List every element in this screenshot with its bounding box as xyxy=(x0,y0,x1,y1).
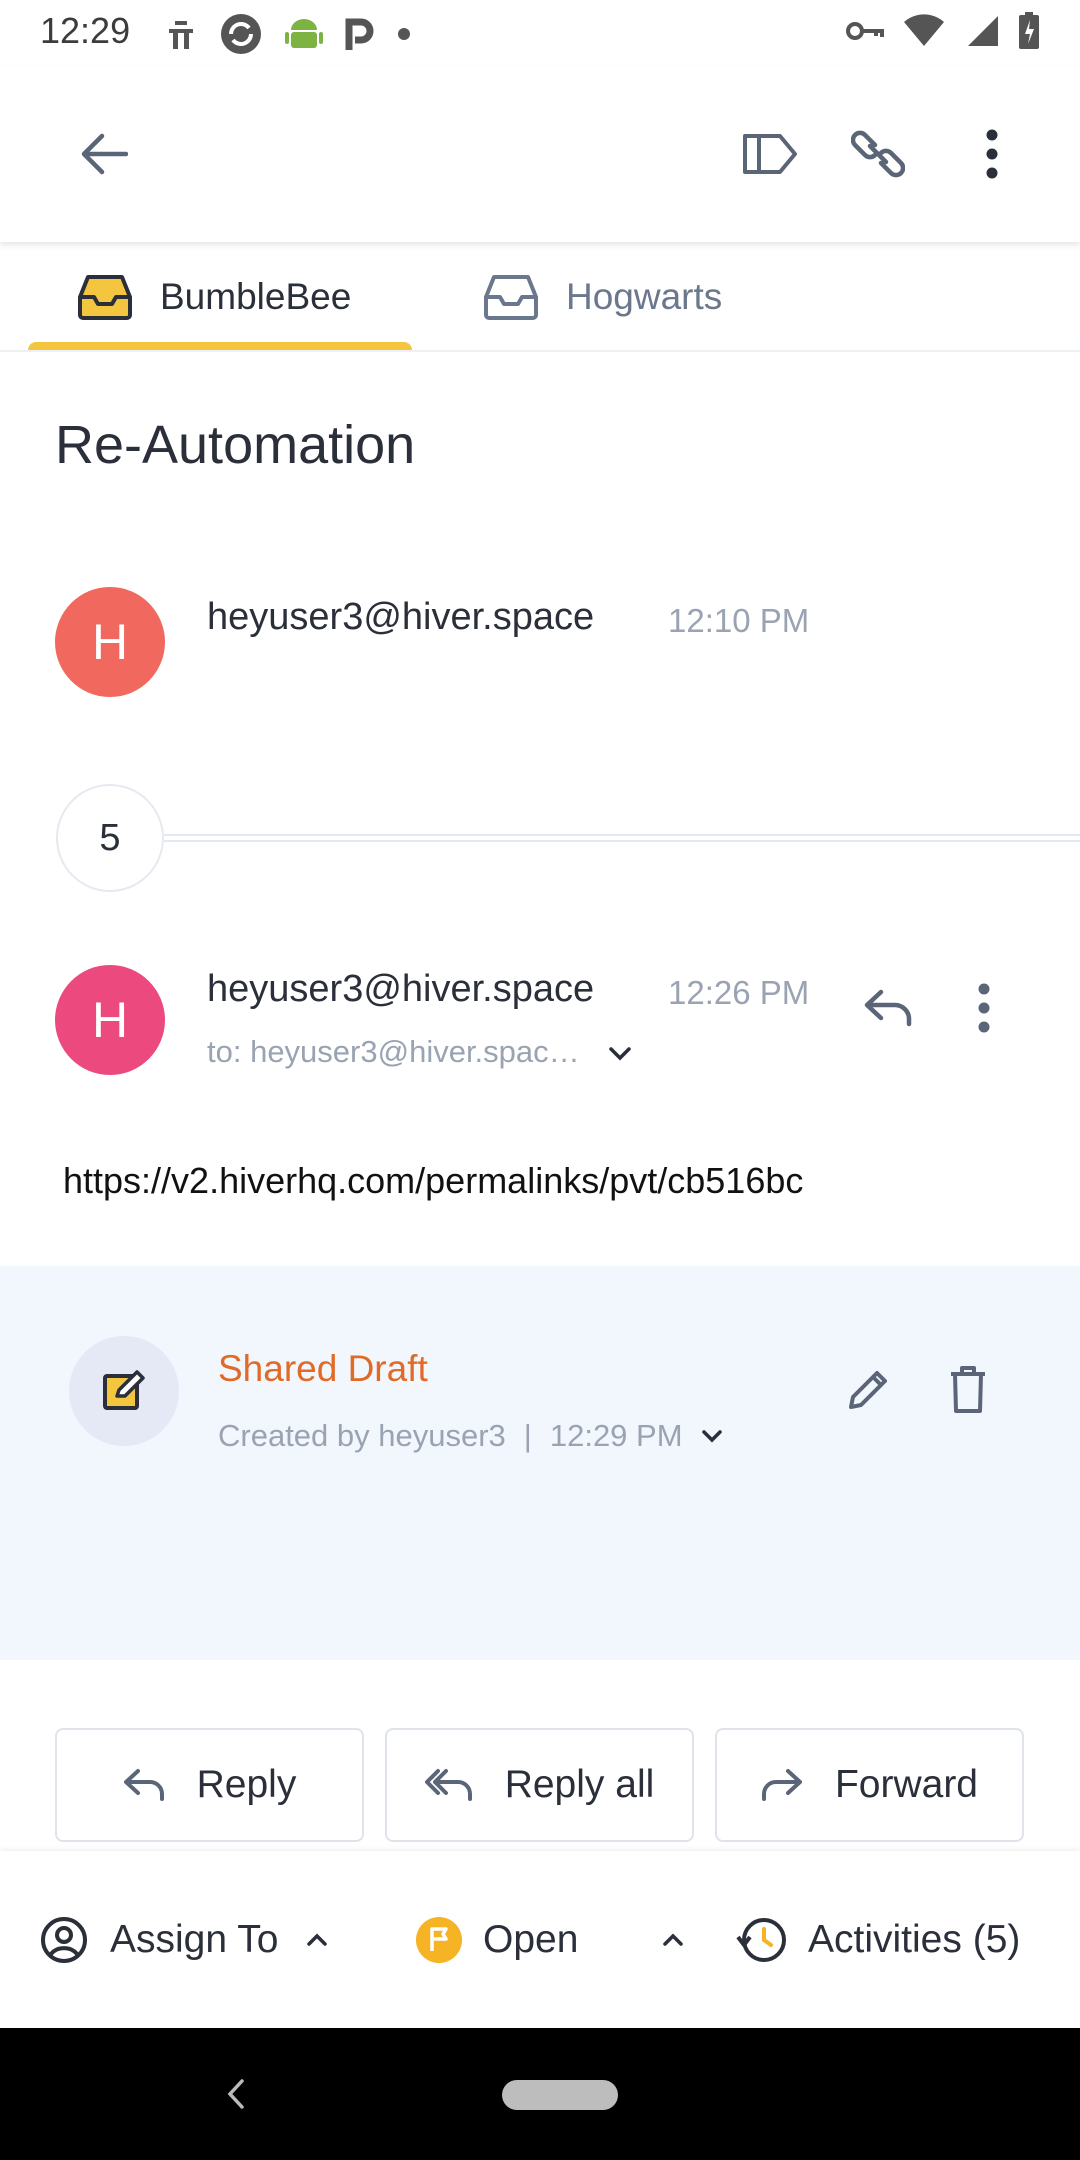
key-icon xyxy=(846,22,884,40)
dot-icon xyxy=(398,28,410,40)
shared-draft-panel xyxy=(0,1266,1080,1660)
app-bar xyxy=(0,66,1080,242)
reply-button[interactable] xyxy=(848,968,928,1048)
avatar: H xyxy=(55,965,165,1075)
thread-divider xyxy=(164,834,1080,842)
label-icon xyxy=(743,134,797,174)
draft-creator: Created by heyuser3 xyxy=(218,1418,506,1453)
message-more-button[interactable] xyxy=(944,968,1024,1048)
activities-button[interactable]: Activities (5) xyxy=(736,1851,1020,2028)
reply-icon xyxy=(864,989,912,1027)
bottom-bar: Assign To Open Activities (5) xyxy=(0,1851,1080,2028)
reply-icon xyxy=(123,1769,164,1801)
collapsed-messages-button[interactable]: 5 xyxy=(56,784,164,892)
avatar: H xyxy=(55,587,165,697)
collapsed-count: 5 xyxy=(99,816,121,859)
edit-note-icon xyxy=(103,1370,145,1410)
active-tab-indicator xyxy=(28,342,412,350)
draft-avatar xyxy=(69,1336,179,1446)
tab-hogwarts[interactable]: Hogwarts xyxy=(482,244,722,350)
pencil-icon xyxy=(849,1371,887,1409)
link-icon xyxy=(851,130,905,178)
inbox-icon xyxy=(484,275,538,320)
label-button[interactable] xyxy=(730,114,810,194)
tab-label: Hogwarts xyxy=(566,276,723,317)
sender-name[interactable]: heyuser3@hiver.space xyxy=(207,968,594,1011)
edit-draft-button[interactable] xyxy=(828,1350,908,1430)
assign-to-label: Assign To xyxy=(110,1917,279,1961)
back-button[interactable] xyxy=(63,114,143,194)
flag-status-icon xyxy=(416,1916,462,1963)
chevron-down-icon xyxy=(609,1047,632,1061)
more-vert-icon xyxy=(978,983,990,1033)
draft-time: 12:29 PM xyxy=(549,1418,683,1453)
history-icon xyxy=(736,1917,786,1962)
back-arrow-icon xyxy=(81,133,128,175)
inbox-icon xyxy=(78,275,132,320)
android-icon xyxy=(285,19,323,48)
chevron-left-icon xyxy=(227,2079,244,2109)
wifi-icon xyxy=(904,14,944,46)
more-options-button[interactable] xyxy=(952,114,1032,194)
delete-draft-button[interactable] xyxy=(928,1350,1008,1430)
reply-all-label: Reply all xyxy=(504,1763,655,1806)
assign-to-button[interactable]: Assign To xyxy=(40,1851,328,2028)
reply-label: Reply xyxy=(196,1763,297,1806)
reply-all-icon xyxy=(424,1769,472,1801)
forward-icon xyxy=(761,1769,802,1801)
more-vert-icon xyxy=(986,129,998,179)
system-back-button[interactable] xyxy=(196,2054,276,2134)
battery-icon xyxy=(1019,12,1039,49)
copy-link-button[interactable] xyxy=(838,114,918,194)
app-icon xyxy=(169,21,193,49)
tab-label: BumbleBee xyxy=(160,276,352,317)
chevron-down-icon xyxy=(701,1430,722,1443)
message-time: 12:10 PM xyxy=(668,602,810,639)
forward-action-button[interactable]: Forward xyxy=(715,1728,1024,1842)
draft-title: Shared Draft xyxy=(218,1348,428,1389)
reply-all-action-button[interactable]: Reply all xyxy=(385,1728,694,1842)
avatar-letter: H xyxy=(91,614,129,670)
sync-icon xyxy=(221,14,261,54)
home-pill-button[interactable] xyxy=(502,2080,618,2110)
system-navigation-bar xyxy=(0,2028,1080,2160)
status-time: 12:29 xyxy=(40,10,131,51)
sender-name[interactable]: heyuser3@hiver.space xyxy=(207,596,594,639)
activities-label: Activities (5) xyxy=(808,1917,1021,1961)
chevron-up-icon xyxy=(663,1933,684,1946)
signal-icon xyxy=(968,16,998,46)
meta-separator: | xyxy=(523,1418,532,1453)
reply-action-button[interactable]: Reply xyxy=(55,1728,364,1842)
status-notification-icons xyxy=(165,12,411,56)
tab-bumblebee[interactable]: BumbleBee xyxy=(76,244,351,350)
chevron-up-icon xyxy=(307,1933,328,1946)
recipients-toggle[interactable]: to: heyuser3@hiver.spac… xyxy=(207,1034,632,1070)
forward-label: Forward xyxy=(834,1763,979,1806)
inbox-tabs: BumbleBee Hogwarts xyxy=(0,244,1080,352)
message-body-link[interactable]: https://v2.hiverhq.com/permalinks/pvt/cb… xyxy=(63,1160,803,1202)
p-icon xyxy=(345,18,374,50)
status-system-icons xyxy=(846,12,1040,50)
email-subject: Re-Automation xyxy=(55,415,416,475)
recipient-text: to: heyuser3@hiver.spac… xyxy=(207,1034,580,1069)
trash-icon xyxy=(951,1366,985,1413)
draft-meta[interactable]: Created by heyuser3 | 12:29 PM xyxy=(218,1418,723,1454)
avatar-letter: H xyxy=(91,992,129,1048)
status-label: Open xyxy=(483,1917,579,1961)
status-bar: 12:29 xyxy=(0,0,1080,66)
user-circle-icon xyxy=(41,1916,87,1963)
status-button[interactable]: Open xyxy=(415,1851,684,2028)
message-time: 12:26 PM xyxy=(668,974,810,1011)
